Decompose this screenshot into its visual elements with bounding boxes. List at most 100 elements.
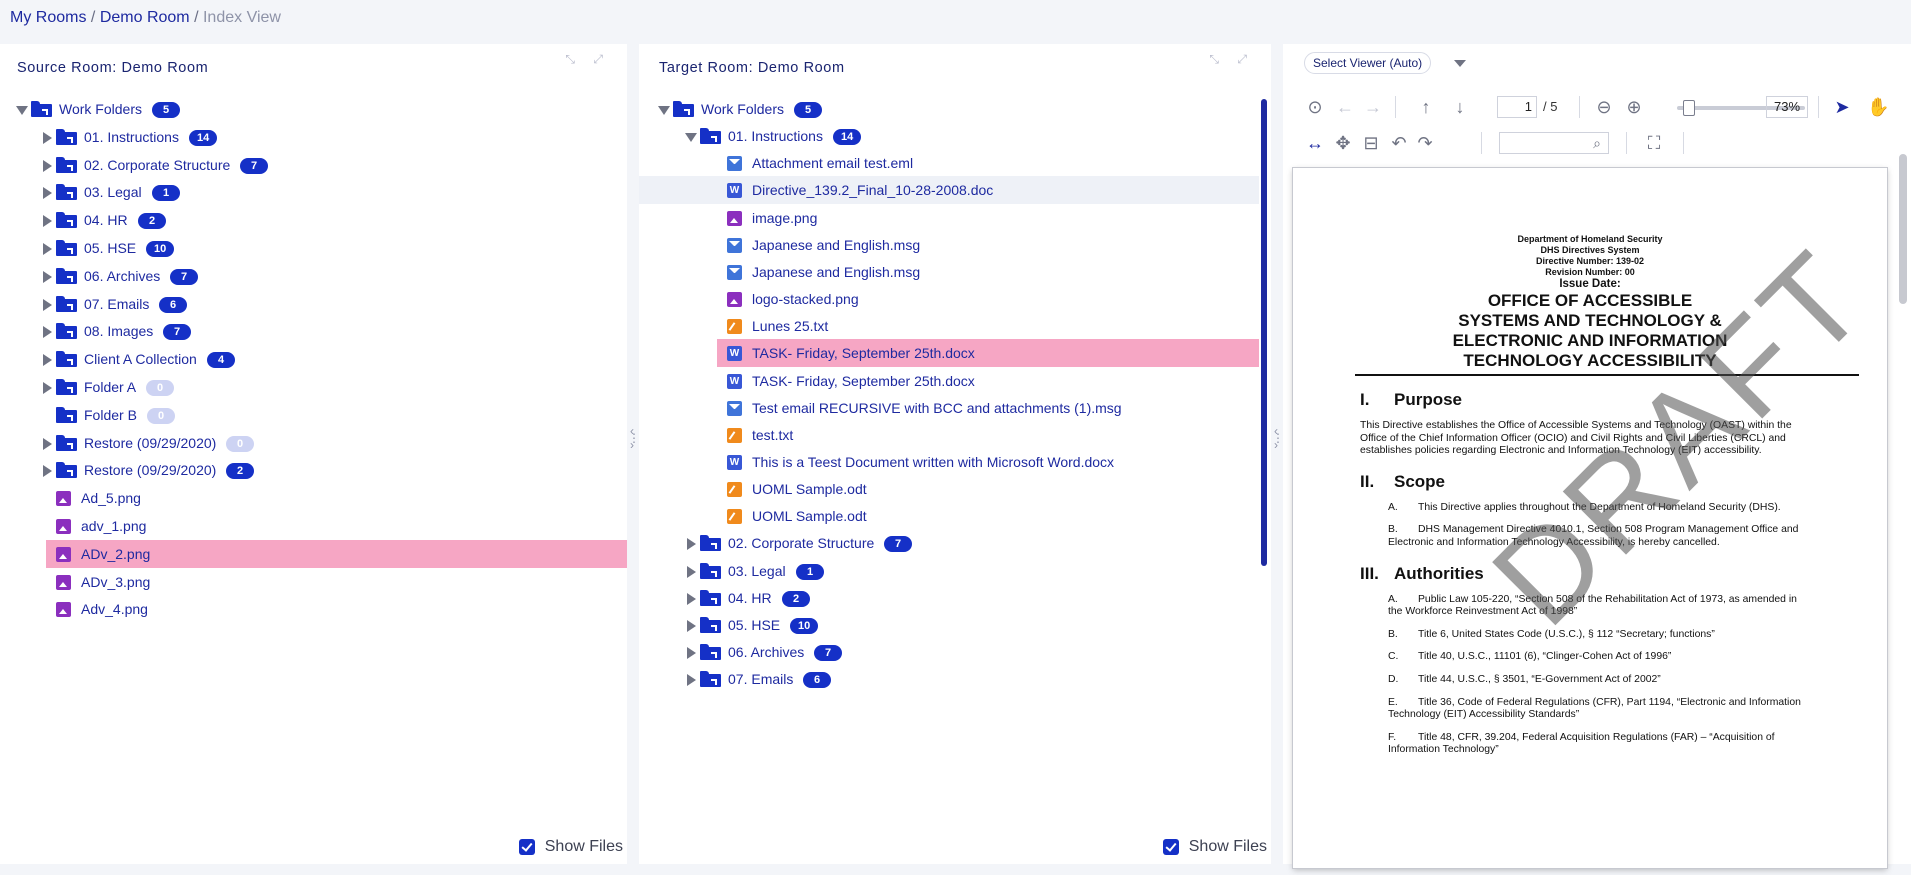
zoom-input[interactable]: 73% (1766, 96, 1808, 118)
expand-icon[interactable]: ⤢ (593, 52, 603, 67)
breadcrumb-my-rooms[interactable]: My Rooms (10, 9, 86, 26)
fit-page-icon[interactable]: ⊟ (1360, 132, 1382, 154)
caret-down-icon[interactable] (685, 133, 697, 143)
select-pointer-icon[interactable]: ➤ (1831, 96, 1853, 118)
tree-item-label[interactable]: image.png (752, 210, 817, 226)
caret-right-icon[interactable] (687, 619, 696, 632)
back-arrow-icon[interactable]: ← (1334, 96, 1356, 118)
tree-folder-row[interactable]: 07. Emails 6 (639, 663, 1259, 695)
tree-item-label[interactable]: Directive_139.2_Final_10-28-2008.doc (752, 182, 993, 198)
caret-right-icon[interactable] (687, 674, 696, 687)
tree-item-label[interactable]: 06. Archives (84, 268, 160, 284)
tree-item-label[interactable]: 02. Corporate Structure (84, 157, 230, 173)
target-scrollbar[interactable] (1261, 99, 1267, 566)
tree-item-label[interactable]: ADv_2.png (81, 546, 150, 562)
fit-width-icon[interactable]: ↔ (1304, 132, 1326, 154)
tree-item-label[interactable]: Ad_5.png (81, 490, 141, 506)
tree-file-row[interactable]: Adv_4.png (0, 593, 627, 625)
caret-right-icon[interactable] (687, 538, 696, 551)
tree-item-label[interactable]: Folder A (84, 379, 136, 395)
fullscreen-icon[interactable]: ⛶ (1643, 132, 1665, 154)
tree-item-label[interactable]: 02. Corporate Structure (728, 535, 874, 551)
tree-item-label[interactable]: UOML Sample.odt (752, 481, 867, 497)
rotate-left-icon[interactable]: ↶ (1388, 132, 1410, 154)
caret-right-icon[interactable] (43, 382, 52, 394)
search-icon[interactable]: ⌕ (1586, 132, 1608, 154)
chevron-down-icon[interactable] (1454, 60, 1466, 67)
show-files-checkbox[interactable] (1162, 839, 1179, 855)
arrow-up-icon[interactable]: ↑ (1415, 96, 1437, 118)
tree-item-label[interactable]: 06. Archives (728, 644, 804, 660)
caret-right-icon[interactable] (43, 131, 52, 144)
forward-arrow-icon[interactable]: → (1362, 96, 1384, 118)
tree-item-label[interactable]: Restore (09/29/2020) (84, 435, 216, 451)
tree-item-label[interactable]: Client A Collection (84, 351, 197, 367)
breadcrumb-demo-room[interactable]: Demo Room (100, 9, 190, 26)
caret-right-icon[interactable] (43, 354, 52, 367)
caret-right-icon[interactable] (687, 565, 696, 578)
tree-item-label[interactable]: Work Folders (701, 101, 784, 117)
caret-right-icon[interactable] (43, 326, 52, 339)
caret-right-icon[interactable] (43, 215, 52, 228)
caret-right-icon[interactable] (43, 298, 52, 311)
tree-item-label[interactable]: 01. Instructions (84, 129, 179, 145)
tree-item-label[interactable]: UOML Sample.odt (752, 508, 867, 524)
caret-down-icon[interactable] (16, 106, 28, 115)
tree-item-label[interactable]: logo-stacked.png (752, 291, 859, 307)
tree-item-label[interactable]: TASK- Friday, September 25th.docx (752, 345, 975, 361)
tree-item-label[interactable]: 04. HR (84, 212, 128, 228)
tree-item-label[interactable]: 07. Emails (728, 671, 793, 687)
tree-item-label[interactable]: Work Folders (59, 101, 142, 117)
tree-item-label[interactable]: 01. Instructions (728, 128, 823, 144)
resize-handle-icon[interactable]: ‹ ⋮ › (628, 425, 640, 451)
collapse-icon[interactable]: ⤡ (565, 52, 575, 67)
move-icon[interactable]: ✥ (1332, 132, 1354, 154)
caret-right-icon[interactable] (43, 437, 52, 450)
select-viewer-button[interactable]: Select Viewer (Auto) (1304, 52, 1432, 74)
collapse-icon[interactable]: ⤡ (1209, 52, 1219, 67)
source-show-files[interactable]: Show Files (518, 838, 623, 856)
tree-item-label[interactable]: test.txt (752, 427, 793, 443)
tree-item-label[interactable]: Japanese and English.msg (752, 237, 920, 253)
resize-handle-icon[interactable]: ‹ ⋮ › (1272, 425, 1284, 451)
caret-right-icon[interactable] (687, 592, 696, 605)
zoom-in-icon[interactable]: ⊕ (1623, 96, 1645, 118)
caret-right-icon[interactable] (43, 187, 52, 200)
caret-right-icon[interactable] (43, 270, 52, 283)
tree-item-label[interactable]: 03. Legal (728, 563, 786, 579)
expand-icon[interactable]: ⤢ (1237, 52, 1247, 67)
tree-item-label[interactable]: This is a Teest Document written with Mi… (752, 454, 1114, 470)
rotate-right-icon[interactable]: ↷ (1414, 132, 1436, 154)
tree-item-label[interactable]: TASK- Friday, September 25th.docx (752, 373, 975, 389)
target-show-files[interactable]: Show Files (1162, 838, 1267, 856)
show-files-checkbox[interactable] (518, 839, 535, 855)
tree-item-label[interactable]: Attachment email test.eml (752, 155, 913, 171)
tree-item-label[interactable]: 03. Legal (84, 184, 142, 200)
caret-right-icon[interactable] (43, 159, 52, 172)
tree-item-label[interactable]: 07. Emails (84, 296, 149, 312)
caret-right-icon[interactable] (43, 465, 52, 478)
arrow-down-icon[interactable]: ↓ (1449, 96, 1471, 118)
tree-item-label[interactable]: Folder B (84, 407, 137, 423)
zoom-out-icon[interactable]: ⊖ (1593, 96, 1615, 118)
tree-item-label[interactable]: Japanese and English.msg (752, 264, 920, 280)
page-number-input[interactable]: 1 (1497, 96, 1537, 118)
tree-item-label[interactable]: Adv_4.png (81, 601, 148, 617)
tree-item-label[interactable]: 05. HSE (84, 240, 136, 256)
tree-item-label[interactable]: Lunes 25.txt (752, 318, 828, 334)
tree-item-label[interactable]: Restore (09/29/2020) (84, 462, 216, 478)
tree-item-label[interactable]: ADv_3.png (81, 574, 150, 590)
caret-right-icon[interactable] (43, 243, 52, 255)
hand-pan-icon[interactable]: ✋ (1867, 96, 1889, 118)
viewer-scrollbar[interactable] (1899, 154, 1907, 304)
play-circle-icon[interactable]: ⊙ (1304, 96, 1326, 118)
caret-right-icon[interactable] (687, 647, 696, 659)
tree-item-label[interactable]: 05. HSE (728, 617, 780, 633)
zoom-slider-thumb[interactable] (1682, 100, 1695, 116)
tree-item-label[interactable]: 08. Images (84, 323, 153, 339)
tree-item-label[interactable]: adv_1.png (81, 518, 146, 534)
caret-down-icon[interactable] (658, 106, 670, 115)
tree-item-label[interactable]: 04. HR (728, 590, 772, 606)
tree-item-label[interactable]: Test email RECURSIVE with BCC and attach… (752, 400, 1122, 416)
count-badge: 7 (170, 268, 198, 285)
